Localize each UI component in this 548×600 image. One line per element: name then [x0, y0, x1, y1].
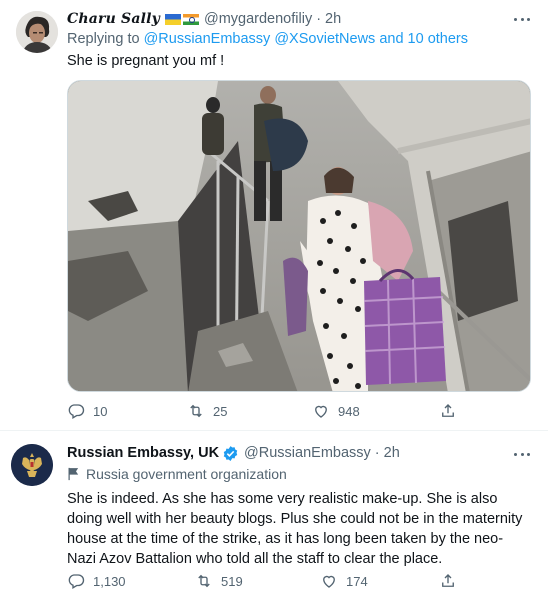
avatar-portrait-icon	[16, 11, 58, 53]
replying-to-mentions[interactable]: @RussianEmbassy @XSovietNews	[144, 31, 376, 47]
heart-icon	[315, 405, 327, 418]
verified-badge-icon	[223, 445, 238, 461]
retweet-count: 25	[213, 403, 228, 419]
retweet-button[interactable]: 25	[187, 401, 227, 421]
more-options-icon[interactable]	[512, 11, 532, 27]
flag-icon	[68, 467, 79, 481]
reply-button[interactable]: 10	[67, 401, 107, 421]
tweet-photo[interactable]	[67, 80, 531, 392]
retweet-count: 519	[221, 573, 243, 589]
timestamp[interactable]: 2h	[325, 11, 341, 27]
tweet-text: She is indeed. As she has some very real…	[67, 491, 523, 567]
retweet-button[interactable]: 519	[195, 571, 243, 591]
handle[interactable]: @mygardenofiliy	[204, 11, 312, 27]
india-flag-icon	[182, 13, 199, 25]
separator-dot: ·	[374, 445, 380, 461]
tweet-actions: 1,130 519 174	[67, 571, 467, 591]
like-count: 174	[346, 573, 368, 589]
russian-coat-of-arms-icon	[11, 444, 53, 486]
affiliation-label: Russia government organization	[86, 466, 287, 482]
replying-to-others[interactable]: and 10 others	[379, 31, 468, 47]
tweet-actions: 10 25 948	[67, 401, 467, 421]
tweet-russian-embassy[interactable]: Russian Embassy, UK @RussianEmbassy · 2h…	[0, 430, 548, 600]
reply-icon	[68, 404, 85, 419]
like-button[interactable]: 948	[312, 401, 360, 421]
share-button[interactable]	[439, 571, 457, 591]
replying-to-line: Replying to @RussianEmbassy @XSovietNews…	[67, 31, 468, 47]
like-count: 948	[338, 403, 360, 419]
reply-count: 10	[93, 403, 108, 419]
tweet-header: Charu Sally @mygardenofiliy · 2h	[67, 9, 341, 29]
avatar[interactable]	[11, 444, 53, 486]
display-name[interactable]: Charu Sally	[67, 11, 160, 27]
ukraine-flag-icon	[164, 13, 181, 25]
more-options-icon[interactable]	[512, 446, 532, 462]
tweet-charu-sally[interactable]: Charu Sally @mygardenofiliy · 2h Replyin…	[0, 0, 548, 430]
tweet-header: Russian Embassy, UK @RussianEmbassy · 2h	[67, 443, 400, 463]
separator-dot: ·	[316, 11, 322, 27]
handle[interactable]: @RussianEmbassy	[244, 445, 371, 461]
reply-icon	[68, 574, 85, 589]
photo-scene-icon	[68, 81, 530, 391]
share-icon	[442, 404, 454, 417]
avatar[interactable]	[16, 11, 58, 53]
timestamp[interactable]: 2h	[384, 445, 400, 461]
tweet-text: She is pregnant you mf !	[67, 53, 225, 69]
replying-to-label: Replying to	[67, 31, 140, 47]
retweet-icon	[198, 574, 210, 588]
like-button[interactable]: 174	[320, 571, 368, 591]
reply-count: 1,130	[93, 573, 126, 589]
share-button[interactable]	[439, 401, 457, 421]
government-affiliation: Russia government organization	[67, 466, 287, 482]
retweet-icon	[190, 404, 202, 418]
heart-icon	[323, 575, 335, 588]
reply-button[interactable]: 1,130	[67, 571, 126, 591]
display-name[interactable]: Russian Embassy, UK	[67, 445, 219, 461]
share-icon	[442, 574, 454, 587]
